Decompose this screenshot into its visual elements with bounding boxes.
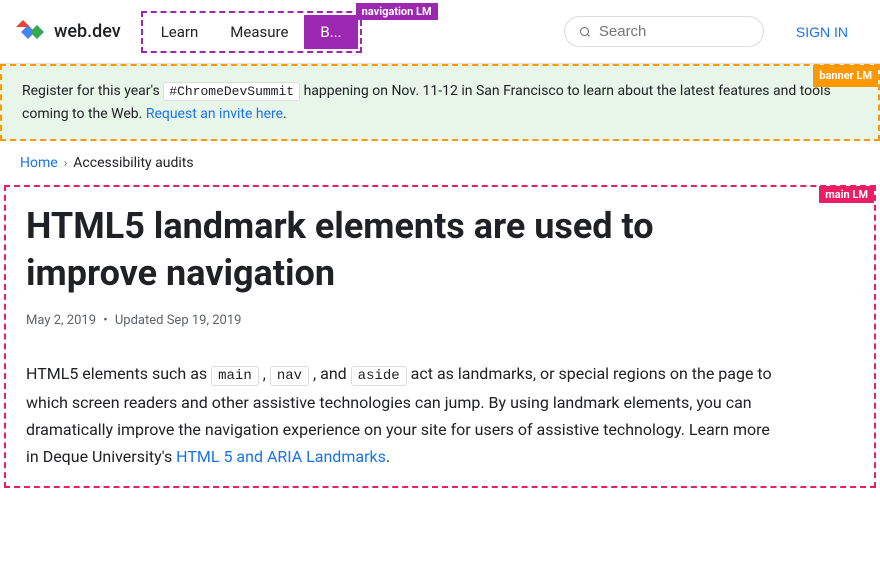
nav-item-learn[interactable]: Learn bbox=[145, 15, 215, 49]
main-nav: Learn Measure B... navigation LM bbox=[145, 15, 358, 49]
banner: banner LM Register for this year's #Chro… bbox=[0, 64, 880, 141]
search-input[interactable] bbox=[599, 23, 749, 40]
nav-lm-badge: navigation LM bbox=[356, 3, 438, 20]
date-updated: Updated Sep 19, 2019 bbox=[115, 313, 242, 328]
banner-text-before: Register for this year's bbox=[22, 83, 163, 99]
logo-text: web.dev bbox=[54, 21, 121, 42]
breadcrumb-separator: › bbox=[64, 156, 68, 170]
body-text-before: HTML5 elements such as bbox=[26, 364, 211, 383]
main-lm-badge: main LM bbox=[819, 186, 874, 203]
site-header: web.dev Learn Measure B... navigation LM… bbox=[0, 0, 880, 64]
search-icon bbox=[579, 24, 591, 40]
code-main: main bbox=[211, 366, 259, 386]
date-published: May 2, 2019 bbox=[26, 313, 96, 328]
body-period: . bbox=[386, 447, 390, 466]
body-comma1: , bbox=[259, 364, 270, 383]
article-date: May 2, 2019 • Updated Sep 19, 2019 bbox=[26, 313, 854, 328]
article-title: HTML5 landmark elements are used to impr… bbox=[26, 203, 786, 297]
breadcrumb-home[interactable]: Home bbox=[20, 155, 58, 171]
date-dot: • bbox=[103, 313, 107, 328]
logo-link[interactable]: web.dev bbox=[16, 17, 121, 47]
logo-icon bbox=[16, 17, 46, 47]
body-comma2: , and bbox=[309, 364, 351, 383]
search-area: SIGN IN bbox=[564, 16, 864, 48]
nav-item-measure[interactable]: Measure bbox=[214, 15, 304, 49]
breadcrumb-current: Accessibility audits bbox=[73, 155, 193, 171]
search-box[interactable] bbox=[564, 16, 764, 47]
deque-link[interactable]: HTML 5 and ARIA Landmarks bbox=[176, 447, 386, 466]
article-body: HTML5 elements such as main , nav , and … bbox=[26, 360, 786, 470]
nav-item-b[interactable]: B... bbox=[304, 15, 357, 49]
banner-period: . bbox=[283, 106, 287, 122]
breadcrumb: Home › Accessibility audits bbox=[0, 141, 880, 185]
banner-lm-badge: banner LM bbox=[813, 65, 878, 87]
sign-in-button[interactable]: SIGN IN bbox=[780, 16, 864, 48]
code-aside: aside bbox=[351, 366, 407, 386]
banner-hashtag: #ChromeDevSummit bbox=[163, 82, 300, 101]
banner-invite-link[interactable]: Request an invite here bbox=[146, 106, 283, 122]
code-nav: nav bbox=[270, 366, 309, 386]
main-content: main LM HTML5 landmark elements are used… bbox=[4, 185, 876, 488]
